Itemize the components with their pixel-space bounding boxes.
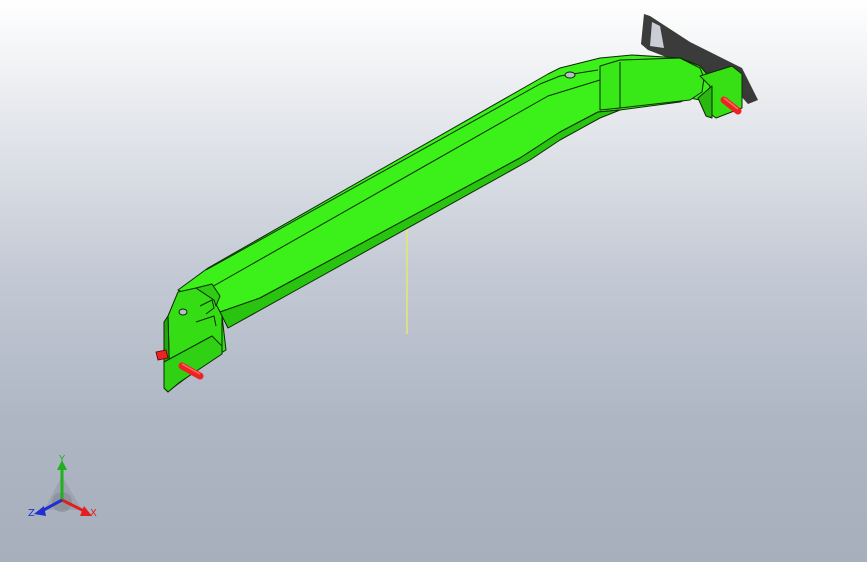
left-pin-upper[interactable] xyxy=(155,349,169,361)
z-axis-label: Z xyxy=(28,508,35,519)
x-axis-label: X xyxy=(90,508,97,519)
bracket-part[interactable] xyxy=(163,54,743,393)
graphics-viewport[interactable]: Y X Z xyxy=(0,0,867,562)
z-axis-arrow-icon xyxy=(34,506,46,516)
y-axis-label: Y xyxy=(58,454,66,465)
model-canvas[interactable]: Y X Z xyxy=(0,0,867,562)
orientation-triad[interactable]: Y X Z xyxy=(28,454,97,519)
